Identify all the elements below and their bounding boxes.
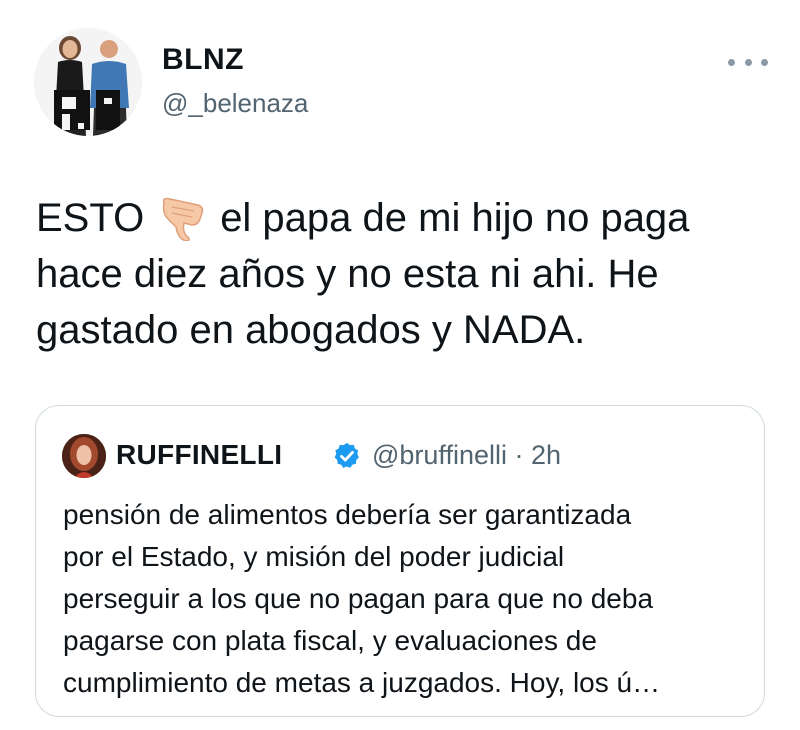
tweet-text-line: hace diez años y no esta ni ahi. He [36, 252, 659, 296]
quoted-tweet-card[interactable]: RUFFINELLI @bruffinelli · 2h pensión de … [35, 405, 765, 717]
quoted-author-handle-time[interactable]: @bruffinelli · 2h [372, 440, 561, 471]
quoted-author-avatar-photo [62, 434, 106, 478]
tweet-text-line: ESTO el papa de mi hijo no paga [36, 190, 776, 246]
quoted-tweet-text: pensión de alimentos debería ser garanti… [63, 494, 753, 704]
author-avatar-photo [34, 28, 142, 136]
ellipsis-icon-dot [761, 58, 768, 66]
quoted-author-display-name[interactable]: RUFFINELLI [116, 439, 282, 471]
more-options-button[interactable] [728, 50, 768, 74]
tweet-text: ESTO el papa de mi hijo no paga hace die… [36, 190, 776, 358]
quoted-tweet-text-line: cumplimiento de metas a juzgados. Hoy, l… [63, 667, 661, 698]
backhand-index-pointing-down-icon [158, 197, 210, 242]
ellipsis-icon-dot [728, 58, 735, 66]
author-avatar[interactable] [34, 28, 142, 136]
tweet-text-segment: el papa de mi hijo no paga [220, 196, 690, 240]
ellipsis-icon-dot [744, 58, 752, 66]
author-display-name[interactable]: BLNZ [162, 43, 244, 77]
quoted-tweet-text-line: por el Estado, y misión del poder judici… [63, 541, 565, 572]
author-handle[interactable]: @_belenaza [162, 88, 308, 119]
quoted-tweet-text-line: perseguir a los que no pagan para que no… [63, 583, 654, 614]
tweet-text-segment: ESTO [36, 196, 145, 240]
quoted-tweet-text-line: pagarse con plata fiscal, y evaluaciones… [63, 625, 597, 656]
tweet-text-line: gastado en abogados y NADA. [36, 308, 586, 352]
verified-badge-icon [332, 441, 362, 471]
quoted-author-avatar[interactable] [62, 434, 106, 478]
pi-logo [54, 90, 120, 130]
quoted-tweet-text-line: pensión de alimentos debería ser garanti… [63, 499, 632, 530]
